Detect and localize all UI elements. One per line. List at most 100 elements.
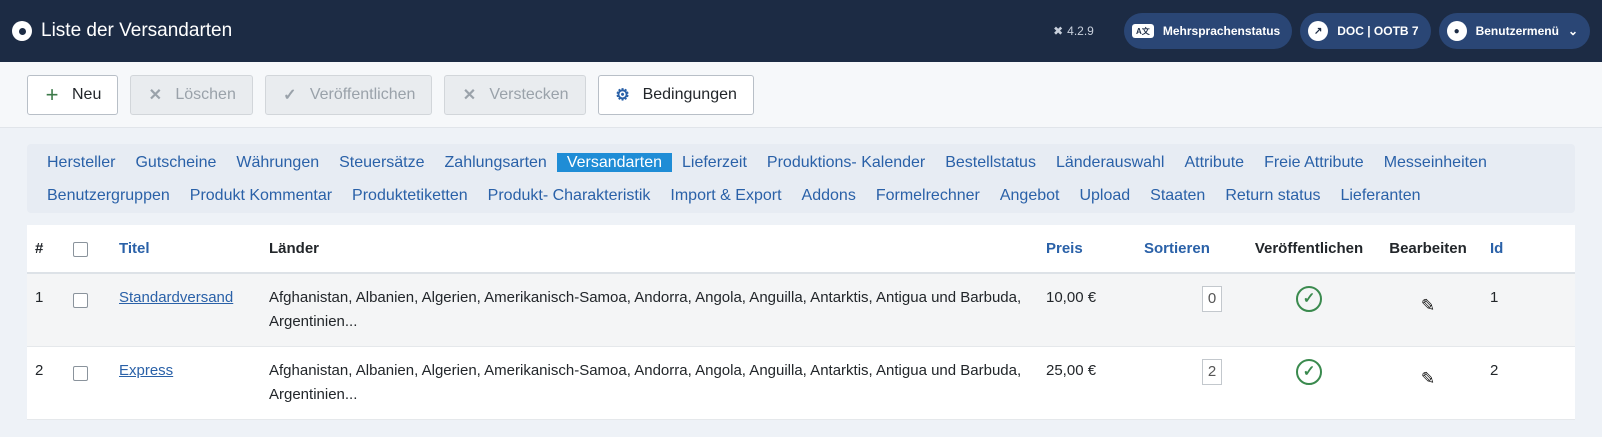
conditions-button[interactable]: ⚙ Bedingungen [597,74,754,115]
submenu-item[interactable]: Versandarten [556,153,672,172]
submenu-item[interactable]: Produkt- Charakteristik [488,186,651,205]
submenu-item[interactable]: Produkt Kommentar [190,186,332,205]
user-menu-label: Benutzermenü [1475,24,1559,38]
submenu-item[interactable]: Attribute [1184,153,1244,172]
delete-button-label: Löschen [175,85,236,103]
order-input[interactable]: 0 [1202,286,1222,312]
main-content: Hersteller Gutscheine Währungen Steuersätze… [0,128,1602,420]
row-title-cell: Express [111,346,261,420]
submenu-item[interactable]: Upload [1079,186,1130,205]
page-title: Liste der Versandarten [41,20,233,41]
publish-button-label: Veröffentlichen [309,85,416,103]
times-icon: ✕ [462,86,477,104]
select-all-checkbox[interactable] [73,241,88,257]
version-number: 4.2.9 [1067,24,1094,38]
column-sort[interactable]: Sortieren [1136,225,1244,274]
column-countries: Länder [261,225,1038,274]
table-row: 2 Express Afghanistan, Albanien, Algerie… [27,346,1575,420]
column-publish: Veröffentlichen [1244,225,1374,274]
submenu-item[interactable]: Steuersätze [339,153,424,172]
submenu-item[interactable]: Zahlungsarten [445,153,547,172]
row-publish-cell: ✓ [1244,346,1374,420]
publish-button[interactable]: ✓ Veröffentlichen [264,74,433,115]
times-icon: ✕ [148,86,163,104]
multilanguage-status-button[interactable]: A文 Mehrsprachenstatus [1123,13,1293,49]
language-icon: A文 [1131,24,1154,38]
joomla-icon: ✖ [1053,24,1064,38]
row-price: 10,00 € [1038,273,1136,347]
submenu-item[interactable]: Benutzergruppen [47,186,170,205]
edit-icon[interactable]: ✎ [1421,367,1435,391]
row-num: 1 [27,273,65,347]
submenu-item[interactable]: Währungen [236,153,319,172]
component-submenu: Hersteller Gutscheine Währungen Steuersätze… [27,144,1575,213]
submenu-item[interactable]: Lieferanten [1340,186,1420,205]
column-price[interactable]: Preis [1038,225,1136,274]
new-button-label: Neu [72,85,102,103]
submenu-item[interactable]: Freie Attribute [1264,153,1364,172]
row-checkbox[interactable] [73,292,88,308]
submenu-item[interactable]: Import & Export [670,186,781,205]
submenu-item[interactable]: Hersteller [47,153,115,172]
submenu-item[interactable]: Formelrechner [876,186,980,205]
column-id[interactable]: Id [1482,225,1575,274]
column-edit: Bearbeiten [1374,225,1482,274]
row-select-cell [65,273,111,347]
row-num: 2 [27,346,65,420]
row-edit-cell: ✎ [1374,346,1482,420]
column-num: # [27,225,65,274]
row-order-cell: 2 [1136,346,1244,420]
submenu-item[interactable]: Return status [1225,186,1320,205]
published-check-icon[interactable]: ✓ [1296,286,1322,312]
row-price: 25,00 € [1038,346,1136,420]
submenu-item[interactable]: Lieferzeit [682,153,747,172]
submenu-item[interactable]: Produktetiketten [352,186,468,205]
site-link-label: DOC | OOTB 7 [1337,24,1419,38]
table-header-row: # Titel Länder Preis Sortieren Veröffent… [27,225,1575,274]
row-edit-cell: ✎ [1374,273,1482,347]
column-select-all [65,225,111,274]
row-checkbox[interactable] [73,365,88,381]
submenu-item[interactable]: Bestellstatus [945,153,1036,172]
external-link-icon: ↗ [1308,21,1329,41]
row-title-link[interactable]: Express [119,362,173,379]
edit-icon[interactable]: ✎ [1421,294,1435,318]
site-link-button[interactable]: ↗ DOC | OOTB 7 [1300,13,1431,49]
hide-button-label: Verstecken [489,85,569,103]
hide-button[interactable]: ✕ Verstecken [444,74,586,115]
table-row: 1 Standardversand Afghanistan, Albanien,… [27,273,1575,347]
plus-icon: + [45,81,59,107]
conditions-button-label: Bedingungen [642,85,737,103]
multilanguage-status-label: Mehrsprachenstatus [1162,24,1281,38]
submenu-item[interactable]: Angebot [1000,186,1060,205]
submenu-item[interactable]: Länderauswahl [1056,153,1165,172]
submenu-item[interactable]: Produktions- Kalender [767,153,925,172]
column-title[interactable]: Titel [111,225,261,274]
submenu-item[interactable]: Staaten [1150,186,1205,205]
order-input[interactable]: 2 [1202,359,1222,385]
row-countries: Afghanistan, Albanien, Algerien, Amerika… [261,273,1038,347]
delete-button[interactable]: ✕ Löschen [130,74,253,115]
row-title-cell: Standardversand [111,273,261,347]
gears-icon: ⚙ [615,86,630,104]
toolbar: + Neu ✕ Löschen ✓ Veröffentlichen ✕ Vers… [0,62,1602,128]
row-publish-cell: ✓ [1244,273,1374,347]
shipping-methods-table: # Titel Länder Preis Sortieren Veröffent… [27,225,1575,420]
published-check-icon[interactable]: ✓ [1296,359,1322,385]
submenu-item[interactable]: Gutscheine [135,153,216,172]
row-order-cell: 0 [1136,273,1244,347]
app-header: Liste der Versandarten ✖ 4.2.9 A文 Mehrsp… [0,0,1602,62]
row-id: 1 [1482,273,1575,347]
submenu-item[interactable]: Messeinheiten [1384,153,1487,172]
submenu-item[interactable]: Addons [802,186,856,205]
new-button[interactable]: + Neu [27,74,119,115]
row-select-cell [65,346,111,420]
user-menu-button[interactable]: ● Benutzermenü ⌄ [1438,13,1590,49]
version-label: ✖ 4.2.9 [1053,24,1094,38]
user-icon: ● [1446,21,1467,41]
joomla-logo-icon [12,21,32,41]
row-id: 2 [1482,346,1575,420]
check-icon: ✓ [283,86,297,104]
row-countries: Afghanistan, Albanien, Algerien, Amerika… [261,346,1038,420]
row-title-link[interactable]: Standardversand [119,289,233,306]
